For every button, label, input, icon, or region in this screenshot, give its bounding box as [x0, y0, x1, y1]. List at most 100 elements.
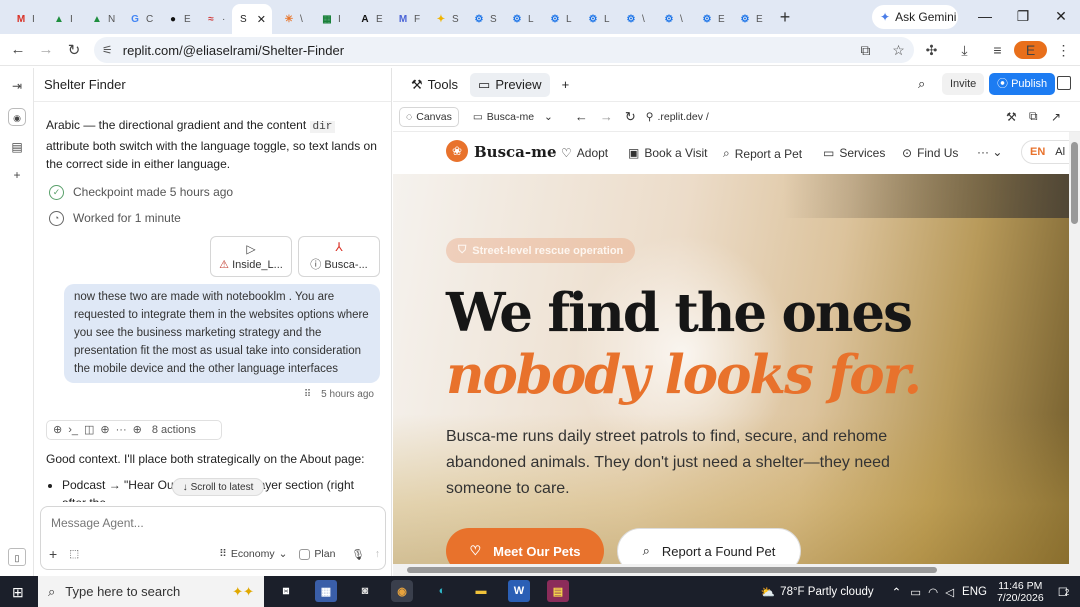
winrar-icon[interactable]: ▤ — [547, 580, 569, 602]
browser-menu-icon[interactable]: ⋮ — [1047, 42, 1080, 59]
tray-chevron-icon[interactable]: ⌃ — [892, 585, 902, 599]
battery-icon[interactable]: ▭ — [910, 585, 921, 599]
browser-tab[interactable]: ▦ I — [310, 6, 348, 32]
invite-button[interactable]: Invite — [942, 73, 985, 95]
browser-tab[interactable]: ▲ N — [80, 6, 118, 32]
language-toggle[interactable]: EN Al — [1021, 140, 1069, 164]
scroll-thumb[interactable] — [1071, 142, 1078, 224]
preview-horizontal-scrollbar[interactable] — [393, 564, 1080, 576]
preview-back-icon[interactable]: ← — [575, 109, 588, 124]
browser-tab[interactable]: ⚙ L — [576, 6, 614, 32]
active-browser-tab[interactable]: S ✕ — [232, 4, 272, 34]
attachment-card[interactable]: ▷ ⚠ Inside_L... — [210, 235, 292, 277]
nav-book-a-visit[interactable]: ▣ Book a Visit — [628, 146, 708, 160]
add-tab-button[interactable]: + — [554, 73, 578, 97]
agent-icon[interactable]: ◉ — [8, 108, 26, 126]
search-icon[interactable]: ⌕ — [918, 76, 925, 92]
select-element-icon[interactable]: ⬚ — [69, 548, 79, 560]
bookmark-star-icon[interactable]: ☆ — [882, 42, 915, 59]
open-new-window-icon[interactable]: ↗ — [1051, 110, 1061, 124]
browser-tab[interactable]: ⚙ L — [538, 6, 576, 32]
browser-tab[interactable]: ⚙ S — [462, 6, 500, 32]
install-app-icon[interactable]: ⧉ — [849, 42, 882, 59]
volume-icon[interactable]: ◁ — [945, 585, 954, 599]
layout-icon[interactable] — [1057, 76, 1071, 90]
scroll-thumb[interactable] — [407, 567, 937, 573]
edge-icon[interactable]: ◐ — [431, 580, 453, 602]
ask-gemini-button[interactable]: ✦ Ask Gemini — [872, 5, 958, 29]
task-view-icon[interactable]: ⧈ — [275, 580, 297, 602]
preview-url[interactable]: ⚲ .replit.dev / — [646, 111, 709, 123]
meet-our-pets-button[interactable]: ♡ Meet Our Pets — [446, 528, 604, 564]
weather-icon[interactable]: ⛅ — [761, 585, 775, 599]
windows-start-icon[interactable]: ⊞ — [12, 584, 24, 601]
url-field[interactable]: ⚟ replit.com/@eliaselrami/Shelter-Finder — [94, 37, 914, 63]
site-settings-icon[interactable]: ⚟ — [102, 43, 113, 57]
nav-report-a-pet[interactable]: ⌕ Report a Pet — [723, 146, 802, 161]
extensions-icon[interactable]: ✣ — [915, 42, 948, 59]
browser-tab[interactable]: MI — [4, 6, 42, 32]
responsive-icon[interactable]: ⧉ — [1029, 109, 1038, 124]
close-window-button[interactable]: ✕ — [1042, 0, 1080, 32]
page-selector[interactable]: ▭ Busca-me ⌄ — [467, 107, 559, 127]
notification-center-icon[interactable]: ☐ 2 — [1058, 585, 1069, 599]
microphone-icon[interactable]: 🎙 — [351, 548, 364, 561]
files-icon[interactable]: ▤ — [8, 138, 26, 156]
forward-button[interactable]: → — [32, 36, 60, 64]
browser-tab[interactable]: MF — [386, 6, 424, 32]
nav-find-us[interactable]: ⊙ Find Us — [902, 146, 958, 160]
report-found-pet-button[interactable]: ⌕ Report a Found Pet — [617, 528, 801, 564]
browser-tab[interactable]: ● E — [156, 6, 194, 32]
minimize-button[interactable]: — — [966, 0, 1004, 32]
worked-row[interactable]: ◔ Worked for 1 minute — [46, 210, 380, 226]
nav-services[interactable]: ▭ Services — [823, 146, 885, 160]
calculator-icon[interactable]: ▦ — [315, 580, 337, 602]
close-tab-icon[interactable]: ✕ — [257, 13, 266, 26]
browser-tab[interactable]: ⚙ \ — [614, 6, 652, 32]
browser-tab[interactable]: ⚙ E — [728, 6, 766, 32]
scroll-to-latest-button[interactable]: ↓ Scroll to latest — [172, 478, 264, 496]
weather-label[interactable]: 78°F Partly cloudy — [780, 586, 873, 598]
more-menu[interactable]: ··· ⌄ — [977, 145, 1002, 159]
reload-button[interactable]: ↻ — [60, 36, 88, 64]
add-attachment-icon[interactable]: + — [49, 546, 57, 562]
wifi-icon[interactable]: ◠ — [928, 585, 938, 599]
attachment-card[interactable]: ⅄ ⓘ Busca-... — [298, 235, 380, 277]
browser-tab[interactable]: ✳ \ — [272, 6, 310, 32]
word-icon[interactable]: W — [508, 580, 530, 602]
preview-vertical-scrollbar[interactable] — [1069, 132, 1080, 564]
send-arrow-icon[interactable]: ↑ — [375, 548, 380, 560]
browser-tab[interactable]: GC — [118, 6, 156, 32]
browser-tab[interactable]: ✦ S — [424, 6, 462, 32]
browser-tab[interactable]: AE — [348, 6, 386, 32]
back-button[interactable]: ← — [4, 36, 32, 64]
nav-adopt[interactable]: ♡ Adopt — [561, 146, 608, 160]
chrome-icon[interactable]: ◉ — [391, 580, 413, 602]
tab-preview[interactable]: ▭ Preview — [470, 72, 550, 97]
message-composer[interactable]: Message Agent... + ⬚ ⠿ Economy ⌄ Plan 🎙 ↑ — [40, 506, 386, 570]
add-icon[interactable]: + — [8, 166, 26, 184]
clock[interactable]: 11:46 PM 7/20/2026 — [997, 580, 1044, 604]
tab-tools[interactable]: ⚒ Tools — [403, 73, 466, 97]
browser-tab[interactable]: ⚙ L — [500, 6, 538, 32]
lang-en[interactable]: EN — [1030, 146, 1045, 158]
new-tab-button[interactable]: + — [774, 7, 796, 28]
publish-button[interactable]: ⦿ Publish — [989, 73, 1056, 95]
toggle-panel-icon[interactable]: ▯ — [8, 548, 26, 566]
preview-reload-icon[interactable]: ↻ — [625, 109, 636, 125]
devtools-icon[interactable]: ⚒ — [1006, 110, 1017, 124]
preview-forward-icon[interactable]: → — [600, 109, 613, 124]
browser-tab[interactable]: ⚙ E — [690, 6, 728, 32]
paw-logo-icon[interactable]: ❀ — [446, 140, 468, 162]
expand-sidebar-icon[interactable]: ⇥ — [8, 77, 26, 95]
profile-avatar[interactable]: E — [1014, 41, 1047, 59]
taskbar-search[interactable]: ⌕ Type here to search ✦✦ — [38, 576, 264, 607]
mode-selector[interactable]: ⠿ Economy ⌄ — [219, 548, 287, 560]
restore-button[interactable]: ❐ — [1004, 0, 1042, 32]
site-brand[interactable]: Busca-me — [474, 143, 557, 161]
lang-other[interactable]: Al — [1055, 146, 1065, 158]
canvas-button[interactable]: ◌ Canvas — [399, 106, 459, 127]
downloads-icon[interactable]: ⤓ — [948, 42, 981, 59]
drag-handle-icon[interactable]: ⠿ — [304, 389, 311, 400]
actions-summary[interactable]: ⊕ ›_ ◫ ⊕ ··· ⊕ 8 actions — [46, 419, 222, 440]
